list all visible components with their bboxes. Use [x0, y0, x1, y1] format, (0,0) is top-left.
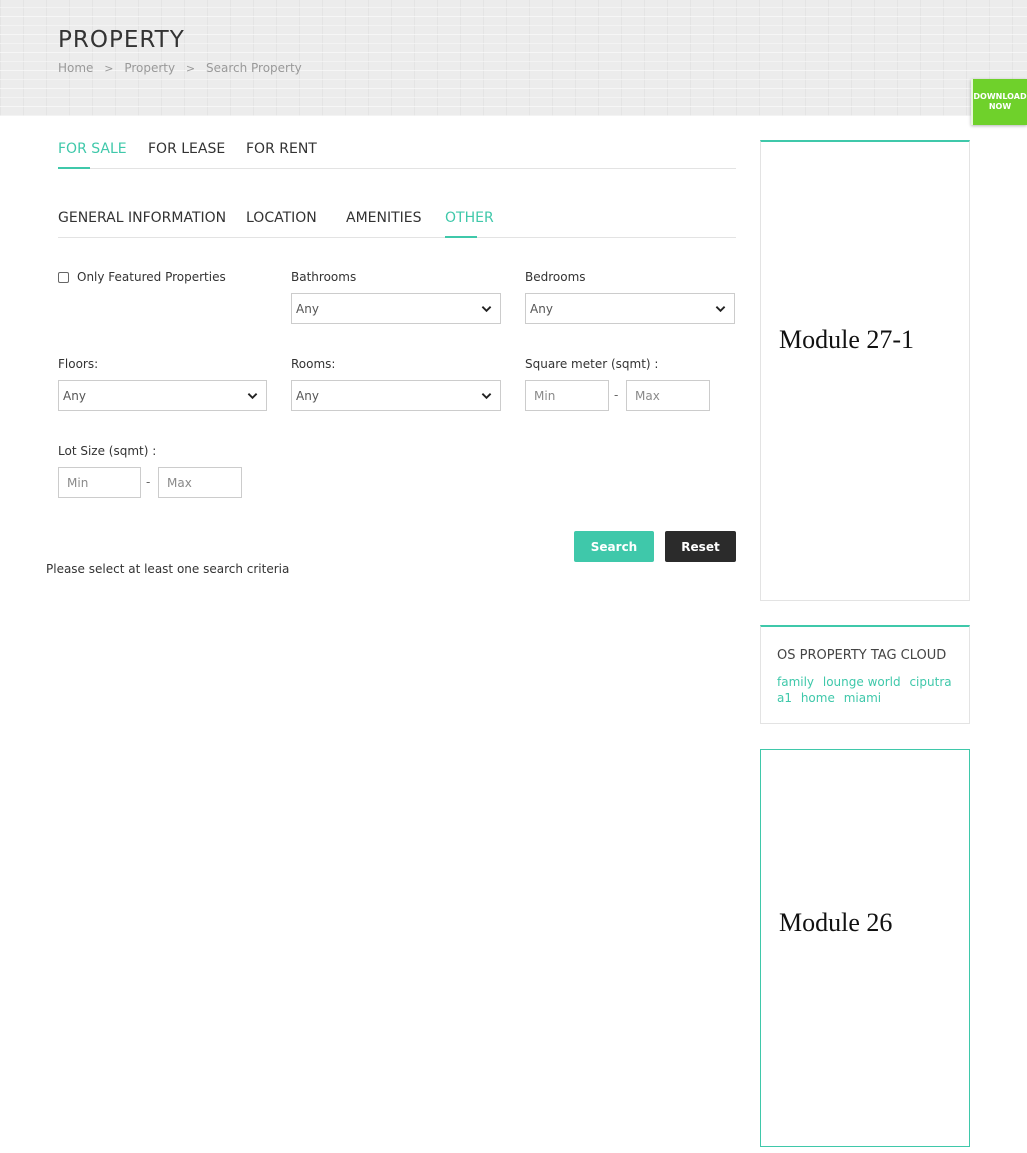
tag-cloud-title: OS PROPERTY TAG CLOUD: [777, 648, 947, 663]
square-meter-max-input[interactable]: [626, 380, 710, 411]
bathrooms-select[interactable]: Any: [291, 293, 501, 324]
tag-cloud-panel: OS PROPERTY TAG CLOUD family lounge worl…: [760, 625, 970, 724]
tab-location[interactable]: LOCATION: [246, 210, 317, 226]
rooms-label: Rooms:: [291, 357, 336, 371]
lot-size-min-input[interactable]: [58, 467, 141, 498]
breadcrumb: Home > Property > Search Property: [58, 61, 302, 75]
floors-label: Floors:: [58, 357, 99, 371]
bathrooms-selected-value: Any: [296, 302, 319, 316]
module-26-panel: Module 26: [760, 749, 970, 1147]
breadcrumb-separator-icon: >: [104, 62, 114, 75]
listing-type-tabs: FOR SALE FOR LEASE FOR RENT: [58, 141, 736, 169]
reset-button[interactable]: Reset: [665, 531, 736, 562]
only-featured-label: Only Featured Properties: [77, 270, 226, 284]
module-27-title: Module 27-1: [779, 325, 915, 354]
tab-for-rent[interactable]: FOR RENT: [246, 141, 317, 157]
square-meter-min-input[interactable]: [525, 380, 609, 411]
page-header-banner: PROPERTY Home > Property > Search Proper…: [0, 0, 1027, 116]
breadcrumb-current: Search Property: [205, 61, 302, 75]
tag-cloud-list: family lounge world ciputra a1 home miam…: [777, 674, 957, 706]
lot-size-range-separator: -: [146, 475, 151, 489]
bedrooms-selected-value: Any: [530, 302, 553, 316]
tag-link[interactable]: miami: [844, 691, 881, 705]
bedrooms-label: Bedrooms: [525, 270, 586, 284]
square-meter-label: Square meter (sqmt) :: [525, 357, 659, 371]
chevron-down-icon: [481, 306, 492, 313]
validation-message: Please select at least one search criter…: [46, 562, 290, 576]
floors-select[interactable]: Any: [58, 380, 267, 411]
module-26-title: Module 26: [779, 908, 893, 937]
bedrooms-select[interactable]: Any: [525, 293, 735, 324]
tab-amenities[interactable]: AMENITIES: [346, 210, 422, 226]
breadcrumb-property-link[interactable]: Property: [124, 61, 175, 75]
chevron-down-icon: [715, 306, 726, 313]
floors-selected-value: Any: [63, 389, 86, 403]
rooms-selected-value: Any: [296, 389, 319, 403]
download-now-button[interactable]: DOWNLOAD NOW: [971, 79, 1027, 125]
breadcrumb-separator-icon: >: [185, 62, 196, 75]
download-badge-line-1: DOWNLOAD: [973, 92, 1027, 101]
chevron-down-icon: [247, 393, 258, 400]
active-tab-indicator: [445, 236, 477, 238]
breadcrumb-home-link[interactable]: Home: [58, 61, 93, 75]
tag-link[interactable]: ciputra: [909, 675, 951, 689]
tag-link[interactable]: a1: [777, 691, 792, 705]
chevron-down-icon: [481, 393, 492, 400]
lot-size-max-input[interactable]: [158, 467, 242, 498]
active-tab-indicator: [58, 167, 90, 169]
download-badge-line-2: NOW: [988, 102, 1012, 111]
tab-general-information[interactable]: GENERAL INFORMATION: [58, 210, 226, 226]
rooms-select[interactable]: Any: [291, 380, 501, 411]
module-27-panel: Module 27-1: [760, 140, 970, 601]
search-section-tabs: GENERAL INFORMATION LOCATION AMENITIES O…: [58, 210, 736, 238]
page-title: PROPERTY: [58, 27, 185, 53]
tab-other[interactable]: OTHER: [445, 210, 494, 226]
tag-link[interactable]: lounge world: [823, 675, 901, 689]
lot-size-label: Lot Size (sqmt) :: [58, 444, 157, 458]
only-featured-checkbox[interactable]: [58, 272, 69, 283]
tab-for-lease[interactable]: FOR LEASE: [148, 141, 225, 157]
square-meter-range-separator: -: [614, 388, 619, 402]
tag-link[interactable]: home: [801, 691, 835, 705]
tag-link[interactable]: family: [777, 675, 814, 689]
search-button[interactable]: Search: [574, 531, 654, 562]
bathrooms-label: Bathrooms: [291, 270, 357, 284]
tab-for-sale[interactable]: FOR SALE: [58, 141, 127, 157]
